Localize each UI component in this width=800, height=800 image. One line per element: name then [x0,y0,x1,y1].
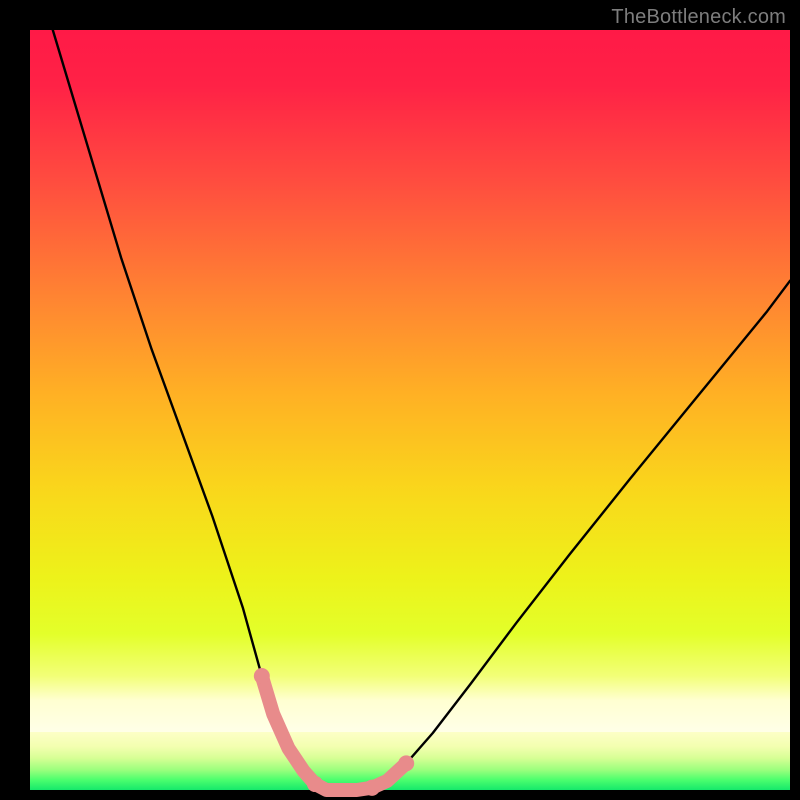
highlight-dot [364,780,380,796]
gradient-main [30,30,790,732]
highlight-flat-bottom [315,784,372,790]
highlight-dot [307,776,323,792]
watermark-text: TheBottleneck.com [611,6,786,29]
bottleneck-curve-chart [0,0,800,800]
highlight-dot [398,755,414,771]
plot-area [30,30,790,790]
highlight-dot [254,668,270,684]
chart-frame: TheBottleneck.com [0,0,800,800]
